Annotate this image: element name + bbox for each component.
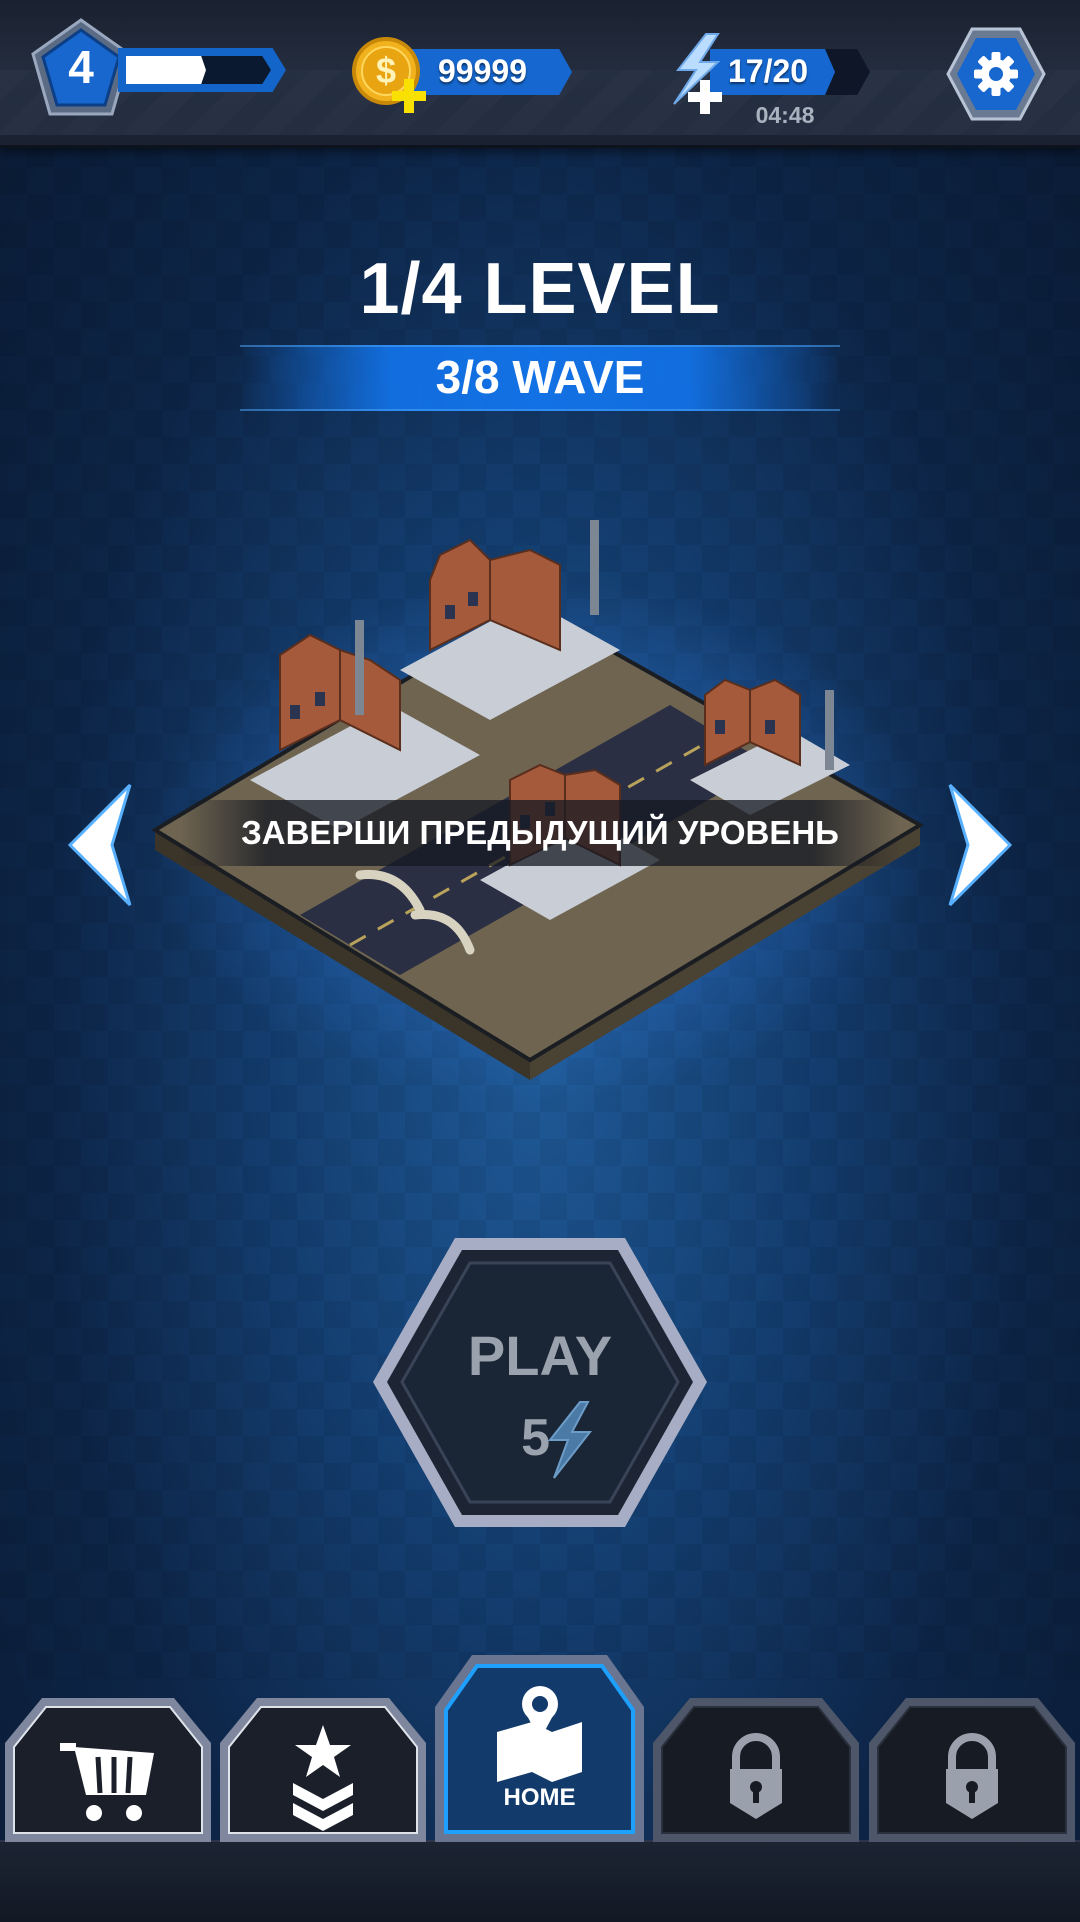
tab-home-label: HOME bbox=[503, 1784, 576, 1811]
previous-level-arrow-icon[interactable] bbox=[60, 780, 140, 910]
tab-home[interactable] bbox=[432, 1652, 647, 1845]
play-label: PLAY bbox=[467, 1324, 613, 1387]
coins-amount: 99999 bbox=[438, 53, 527, 89]
locked-level-message: ЗАВЕРШИ ПРЕДЫДУЩИЙ УРОВЕНЬ bbox=[241, 814, 839, 851]
xp-bar-fill bbox=[126, 56, 206, 84]
tab-shop[interactable] bbox=[2, 1695, 214, 1845]
energy-timer: 04:48 bbox=[755, 102, 815, 128]
add-coins-icon[interactable]: $ bbox=[350, 35, 430, 115]
wave-title: 3/8 WAVE bbox=[435, 351, 645, 403]
svg-text:$: $ bbox=[376, 50, 396, 91]
energy-bolt-icon bbox=[547, 1401, 593, 1479]
tab-ranks[interactable] bbox=[217, 1695, 429, 1845]
tab-locked-2[interactable] bbox=[866, 1695, 1078, 1845]
energy-amount: 17/20 bbox=[728, 53, 809, 89]
next-level-arrow-icon[interactable] bbox=[940, 780, 1020, 910]
level-title: 1/4 LEVEL bbox=[359, 249, 721, 329]
tab-locked-1[interactable] bbox=[650, 1695, 862, 1845]
bottom-bar bbox=[0, 1840, 1080, 1922]
player-level: 4 bbox=[68, 41, 94, 93]
settings-gear-icon[interactable] bbox=[945, 25, 1047, 123]
